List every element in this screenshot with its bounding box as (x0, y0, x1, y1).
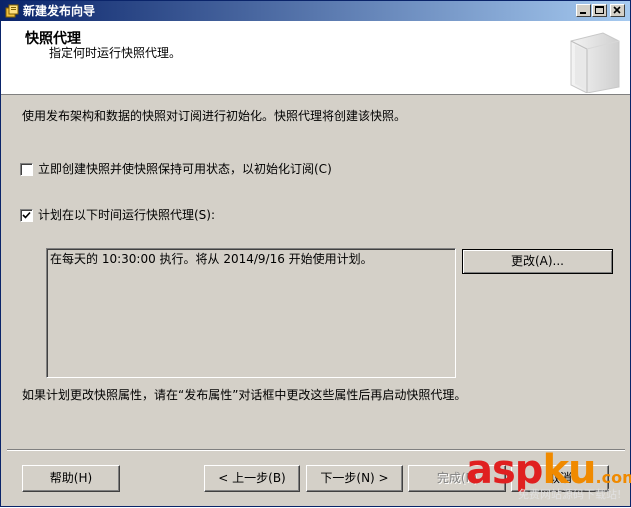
close-button[interactable] (610, 4, 625, 17)
schedule-snapshot-checkbox[interactable] (20, 209, 33, 222)
wizard-header: 快照代理 指定何时运行快照代理。 (1, 21, 630, 95)
immediate-snapshot-checkbox[interactable] (20, 163, 33, 176)
maximize-icon (595, 6, 604, 14)
page-subtitle: 指定何时运行快照代理。 (49, 46, 182, 60)
schedule-snapshot-label[interactable]: 计划在以下时间运行快照代理(S): (38, 208, 215, 223)
minimize-button[interactable] (576, 4, 591, 17)
title-bar[interactable]: 新建发布向导 (1, 1, 630, 21)
watermark-subtext: 免费网站源码下载站! (518, 488, 622, 501)
back-button[interactable]: < 上一步(B) (204, 465, 300, 492)
watermark-text-b: ku (542, 447, 596, 493)
note-text: 如果计划更改快照属性，请在“发布属性”对话框中更改这些属性后再启动快照代理。 (22, 388, 467, 402)
immediate-snapshot-option[interactable]: 立即创建快照并使快照保持可用状态，以初始化订阅(C) (20, 162, 332, 177)
wizard-app-icon (5, 4, 19, 18)
watermark-text-c: .com (595, 468, 631, 487)
book-stack-icon (563, 27, 623, 94)
schedule-description-box: 在每天的 10:30:00 执行。将从 2014/9/16 开始使用计划。 (46, 248, 456, 378)
close-icon (613, 6, 621, 14)
watermark-text-a: asp (466, 447, 543, 493)
schedule-snapshot-option[interactable]: 计划在以下时间运行快照代理(S): (20, 208, 215, 223)
wizard-window: 新建发布向导 快照代理 指定何时运行快照代理。 使用发布架构和数据的快照对订阅进… (0, 0, 631, 507)
immediate-snapshot-label[interactable]: 立即创建快照并使快照保持可用状态，以初始化订阅(C) (38, 162, 332, 177)
site-watermark: aspku.com 免费网站源码下载站! (466, 448, 631, 508)
schedule-description-text: 在每天的 10:30:00 执行。将从 2014/9/16 开始使用计划。 (50, 252, 373, 266)
description-text: 使用发布架构和数据的快照对订阅进行初始化。快照代理将创建该快照。 (22, 109, 407, 123)
window-title: 新建发布向导 (23, 4, 96, 18)
help-button[interactable]: 帮助(H) (22, 465, 120, 492)
change-schedule-button[interactable]: 更改(A)... (462, 249, 613, 274)
next-button[interactable]: 下一步(N) > (306, 465, 403, 492)
minimize-icon (580, 12, 586, 14)
maximize-button[interactable] (592, 4, 607, 17)
checkmark-icon (22, 211, 31, 219)
